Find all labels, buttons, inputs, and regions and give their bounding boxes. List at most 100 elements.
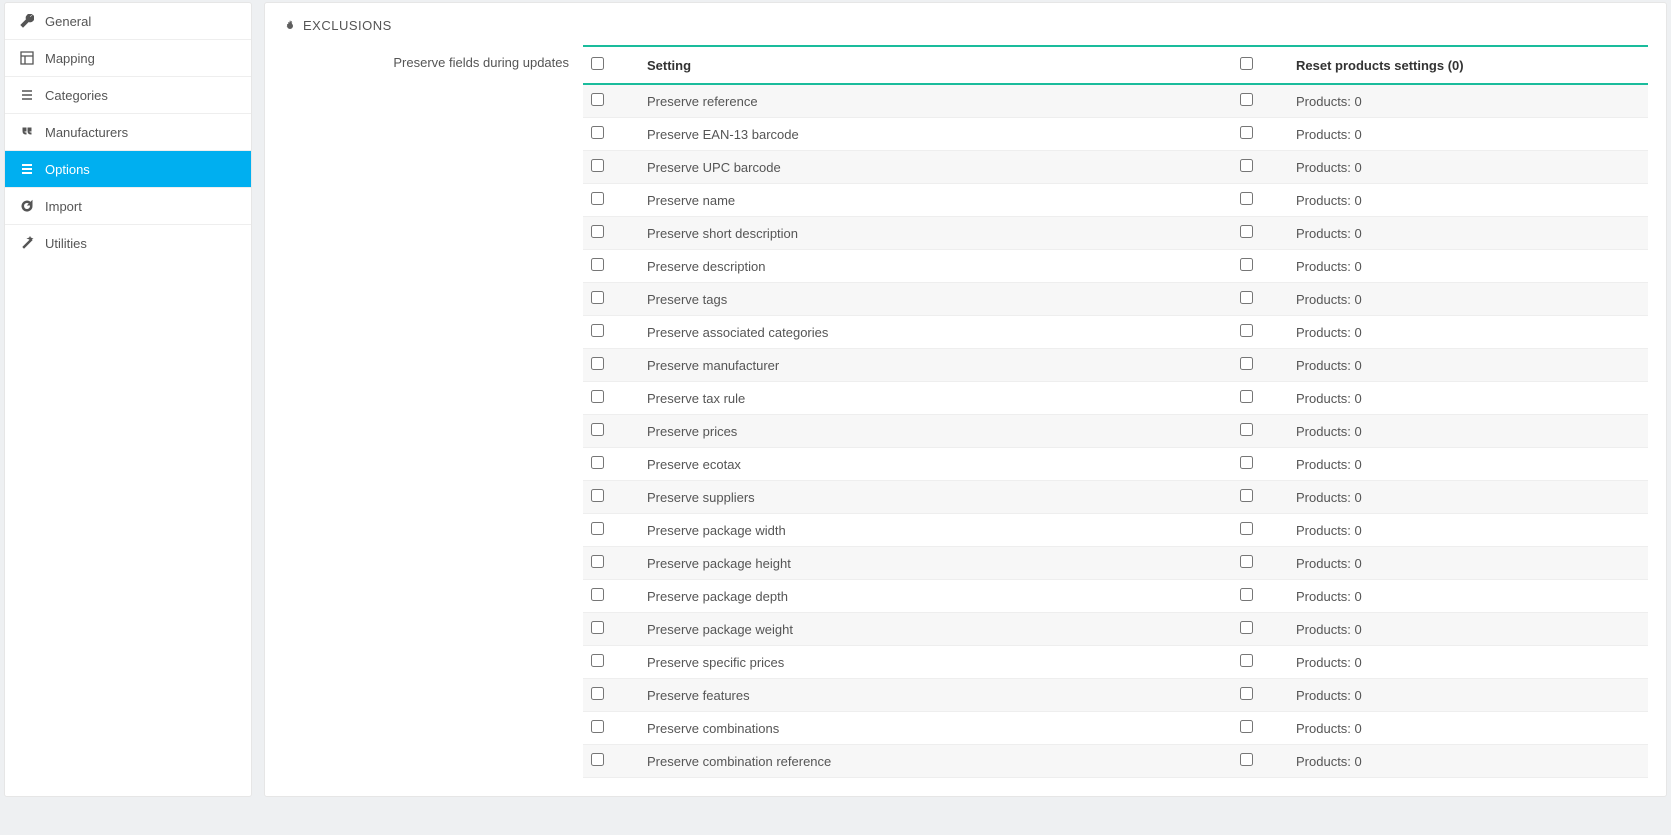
row-reset-label: Products: 0 <box>1296 94 1362 109</box>
quote-icon <box>19 124 35 140</box>
row-setting-checkbox[interactable] <box>591 357 604 370</box>
select-all-reset-checkbox[interactable] <box>1240 57 1253 70</box>
row-setting-checkbox[interactable] <box>591 654 604 667</box>
row-reset-checkbox[interactable] <box>1240 390 1253 403</box>
row-setting-label: Preserve EAN-13 barcode <box>647 127 799 142</box>
row-reset-checkbox[interactable] <box>1240 621 1253 634</box>
row-setting-checkbox[interactable] <box>591 588 604 601</box>
table-row: Preserve package weightProducts: 0 <box>583 613 1648 646</box>
row-setting-checkbox[interactable] <box>591 93 604 106</box>
table-row: Preserve combinationsProducts: 0 <box>583 712 1648 745</box>
row-reset-label: Products: 0 <box>1296 721 1362 736</box>
row-reset-checkbox[interactable] <box>1240 258 1253 271</box>
panel-heading: EXCLUSIONS <box>265 18 1666 45</box>
row-reset-checkbox[interactable] <box>1240 522 1253 535</box>
table-row: Preserve descriptionProducts: 0 <box>583 250 1648 283</box>
row-reset-checkbox[interactable] <box>1240 357 1253 370</box>
row-setting-checkbox[interactable] <box>591 621 604 634</box>
row-reset-label: Products: 0 <box>1296 490 1362 505</box>
row-setting-label: Preserve package width <box>647 523 786 538</box>
row-setting-label: Preserve features <box>647 688 750 703</box>
row-setting-checkbox[interactable] <box>591 126 604 139</box>
table-row: Preserve suppliersProducts: 0 <box>583 481 1648 514</box>
sidebar-item-label: Utilities <box>45 236 87 251</box>
table-row: Preserve tagsProducts: 0 <box>583 283 1648 316</box>
row-setting-label: Preserve tags <box>647 292 727 307</box>
table-row: Preserve reference Products: 0 <box>583 84 1648 118</box>
row-reset-checkbox[interactable] <box>1240 753 1253 766</box>
sidebar-item-label: General <box>45 14 91 29</box>
table-row: Preserve associated categoriesProducts: … <box>583 316 1648 349</box>
row-setting-checkbox[interactable] <box>591 159 604 172</box>
row-reset-label: Products: 0 <box>1296 127 1362 142</box>
row-setting-checkbox[interactable] <box>591 687 604 700</box>
row-setting-label: Preserve package depth <box>647 589 788 604</box>
list-icon <box>19 87 35 103</box>
row-reset-checkbox[interactable] <box>1240 192 1253 205</box>
gears-icon <box>283 19 297 33</box>
row-setting-checkbox[interactable] <box>591 390 604 403</box>
header-setting: Setting <box>639 46 1232 84</box>
row-setting-label: Preserve package height <box>647 556 791 571</box>
row-reset-label: Products: 0 <box>1296 160 1362 175</box>
row-setting-checkbox[interactable] <box>591 258 604 271</box>
table-row: Preserve package depth Products: 0 <box>583 580 1648 613</box>
row-setting-label: Preserve reference <box>647 94 758 109</box>
row-reset-checkbox[interactable] <box>1240 489 1253 502</box>
table-row: Preserve manufacturer Products: 0 <box>583 349 1648 382</box>
row-setting-checkbox[interactable] <box>591 192 604 205</box>
row-reset-label: Products: 0 <box>1296 358 1362 373</box>
row-reset-checkbox[interactable] <box>1240 423 1253 436</box>
row-reset-checkbox[interactable] <box>1240 291 1253 304</box>
sidebar-item-general[interactable]: General <box>5 3 251 40</box>
row-reset-label: Products: 0 <box>1296 424 1362 439</box>
row-setting-checkbox[interactable] <box>591 456 604 469</box>
row-setting-checkbox[interactable] <box>591 291 604 304</box>
sidebar-item-options[interactable]: Options <box>5 151 251 188</box>
row-reset-checkbox[interactable] <box>1240 720 1253 733</box>
row-reset-checkbox[interactable] <box>1240 93 1253 106</box>
row-setting-label: Preserve manufacturer <box>647 358 779 373</box>
sidebar-item-mapping[interactable]: Mapping <box>5 40 251 77</box>
row-setting-checkbox[interactable] <box>591 522 604 535</box>
row-reset-checkbox[interactable] <box>1240 588 1253 601</box>
row-setting-label: Preserve specific prices <box>647 655 784 670</box>
table-row: Preserve package widthProducts: 0 <box>583 514 1648 547</box>
row-setting-label: Preserve package weight <box>647 622 793 637</box>
row-reset-checkbox[interactable] <box>1240 687 1253 700</box>
sidebar-item-manufacturers[interactable]: Manufacturers <box>5 114 251 151</box>
sidebar-item-categories[interactable]: Categories <box>5 77 251 114</box>
row-reset-checkbox[interactable] <box>1240 126 1253 139</box>
row-reset-label: Products: 0 <box>1296 226 1362 241</box>
row-reset-checkbox[interactable] <box>1240 324 1253 337</box>
select-all-setting-checkbox[interactable] <box>591 57 604 70</box>
row-setting-checkbox[interactable] <box>591 720 604 733</box>
row-reset-label: Products: 0 <box>1296 589 1362 604</box>
row-setting-label: Preserve short description <box>647 226 798 241</box>
row-reset-checkbox[interactable] <box>1240 225 1253 238</box>
row-reset-label: Products: 0 <box>1296 556 1362 571</box>
sidebar-item-utilities[interactable]: Utilities <box>5 225 251 261</box>
row-setting-checkbox[interactable] <box>591 489 604 502</box>
row-reset-label: Products: 0 <box>1296 655 1362 670</box>
row-reset-checkbox[interactable] <box>1240 654 1253 667</box>
row-setting-checkbox[interactable] <box>591 225 604 238</box>
sidebar: General Mapping Categories ManufacturersOpt… <box>4 2 252 797</box>
row-reset-checkbox[interactable] <box>1240 159 1253 172</box>
table-row: Preserve nameProducts: 0 <box>583 184 1648 217</box>
sidebar-item-label: Mapping <box>45 51 95 66</box>
sidebar-item-label: Categories <box>45 88 108 103</box>
row-setting-checkbox[interactable] <box>591 753 604 766</box>
wrench-icon <box>19 13 35 29</box>
row-setting-checkbox[interactable] <box>591 423 604 436</box>
row-reset-checkbox[interactable] <box>1240 555 1253 568</box>
row-setting-label: Preserve combination reference <box>647 754 831 769</box>
row-setting-label: Preserve description <box>647 259 766 274</box>
row-reset-checkbox[interactable] <box>1240 456 1253 469</box>
row-setting-checkbox[interactable] <box>591 324 604 337</box>
sidebar-item-import[interactable]: Import <box>5 188 251 225</box>
row-setting-checkbox[interactable] <box>591 555 604 568</box>
bars-icon <box>19 161 35 177</box>
row-setting-label: Preserve prices <box>647 424 737 439</box>
row-reset-label: Products: 0 <box>1296 754 1362 769</box>
